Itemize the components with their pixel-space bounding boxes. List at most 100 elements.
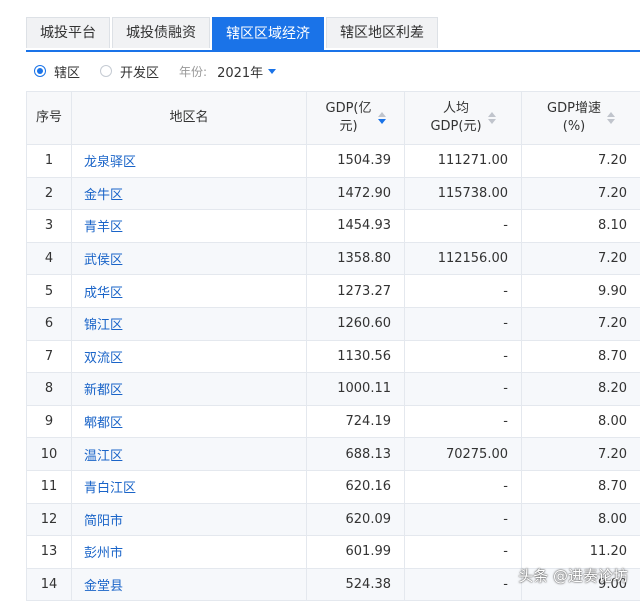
- per-capita-gdp-value: 112156.00: [405, 242, 522, 275]
- table-row: 1龙泉驿区1504.39111271.007.20: [27, 145, 640, 178]
- region-name-link[interactable]: 金堂县: [72, 568, 307, 601]
- sort-icon[interactable]: [607, 111, 615, 125]
- sort-icon[interactable]: [488, 111, 496, 125]
- table-row: 5成华区1273.27-9.90: [27, 275, 640, 308]
- region-name-link[interactable]: 金牛区: [72, 177, 307, 210]
- radio-district[interactable]: 辖区: [34, 62, 80, 81]
- radio-devzone-label: 开发区: [120, 62, 159, 81]
- filter-bar: 辖区 开发区 年份: 2021年: [34, 60, 276, 82]
- gdp-growth-value: 7.20: [522, 307, 640, 340]
- table-row: 12简阳市620.09-8.00: [27, 503, 640, 536]
- row-index: 3: [27, 210, 72, 243]
- gdp-value: 1273.27: [307, 275, 405, 308]
- gdp-value: 1504.39: [307, 145, 405, 178]
- gdp-growth-value: 7.20: [522, 177, 640, 210]
- gdp-value: 620.09: [307, 503, 405, 536]
- header-index: 序号: [27, 92, 72, 145]
- per-capita-gdp-value: 115738.00: [405, 177, 522, 210]
- per-capita-gdp-value: 111271.00: [405, 145, 522, 178]
- region-name-link[interactable]: 新都区: [72, 373, 307, 406]
- gdp-value: 1472.90: [307, 177, 405, 210]
- table-header-row: 序号 地区名 GDP(亿 元) 人均 GDP(元): [27, 92, 640, 145]
- gdp-value: 601.99: [307, 536, 405, 569]
- header-per-capita-gdp[interactable]: 人均 GDP(元): [405, 92, 522, 145]
- region-name-link[interactable]: 青羊区: [72, 210, 307, 243]
- header-growth-line2: (%): [547, 118, 601, 136]
- gdp-value: 1000.11: [307, 373, 405, 406]
- caret-down-icon: [268, 69, 276, 74]
- gdp-growth-value: 8.70: [522, 470, 640, 503]
- row-index: 14: [27, 568, 72, 601]
- gdp-growth-value: 8.10: [522, 210, 640, 243]
- year-label: 年份:: [179, 63, 207, 80]
- table-row: 2金牛区1472.90115738.007.20: [27, 177, 640, 210]
- row-index: 12: [27, 503, 72, 536]
- per-capita-gdp-value: -: [405, 536, 522, 569]
- per-capita-gdp-value: -: [405, 340, 522, 373]
- row-index: 5: [27, 275, 72, 308]
- gdp-value: 1260.60: [307, 307, 405, 340]
- per-capita-gdp-value: -: [405, 275, 522, 308]
- region-name-link[interactable]: 龙泉驿区: [72, 145, 307, 178]
- gdp-value: 1454.93: [307, 210, 405, 243]
- table-row: 6锦江区1260.60-7.20: [27, 307, 640, 340]
- row-index: 7: [27, 340, 72, 373]
- tab-bar: 城投平台 城投债融资 辖区区域经济 辖区地区利差: [26, 17, 640, 52]
- region-name-link[interactable]: 彭州市: [72, 536, 307, 569]
- table-row: 4武侯区1358.80112156.007.20: [27, 242, 640, 275]
- radio-devzone[interactable]: 开发区: [100, 62, 159, 81]
- sort-desc-icon[interactable]: [378, 111, 386, 125]
- per-capita-gdp-value: -: [405, 210, 522, 243]
- tab-district-economy[interactable]: 辖区区域经济: [212, 17, 324, 50]
- tab-chengtou-bond-financing[interactable]: 城投债融资: [112, 17, 210, 48]
- gdp-growth-value: 8.70: [522, 340, 640, 373]
- row-index: 9: [27, 405, 72, 438]
- gdp-growth-value: 11.20: [522, 536, 640, 569]
- table-row: 7双流区1130.56-8.70: [27, 340, 640, 373]
- header-gdp[interactable]: GDP(亿 元): [307, 92, 405, 145]
- region-name-link[interactable]: 郫都区: [72, 405, 307, 438]
- header-gdp-line2: 元): [326, 118, 372, 136]
- table-row: 8新都区1000.11-8.20: [27, 373, 640, 406]
- region-name-link[interactable]: 简阳市: [72, 503, 307, 536]
- radio-district-label: 辖区: [54, 62, 80, 81]
- per-capita-gdp-value: -: [405, 307, 522, 340]
- per-capita-gdp-value: -: [405, 405, 522, 438]
- gdp-growth-value: 7.20: [522, 438, 640, 471]
- year-select[interactable]: 2021年: [217, 62, 276, 81]
- row-index: 8: [27, 373, 72, 406]
- table-row: 10温江区688.1370275.007.20: [27, 438, 640, 471]
- header-pcgdp-line2: GDP(元): [430, 118, 481, 136]
- table-row: 3青羊区1454.93-8.10: [27, 210, 640, 243]
- header-gdp-line1: GDP(亿: [326, 100, 372, 118]
- row-index: 11: [27, 470, 72, 503]
- gdp-growth-value: 8.20: [522, 373, 640, 406]
- region-name-link[interactable]: 武侯区: [72, 242, 307, 275]
- row-index: 2: [27, 177, 72, 210]
- gdp-value: 688.13: [307, 438, 405, 471]
- gdp-growth-value: 7.20: [522, 242, 640, 275]
- tab-district-spread[interactable]: 辖区地区利差: [326, 17, 438, 48]
- header-pcgdp-line1: 人均: [430, 100, 481, 118]
- per-capita-gdp-value: -: [405, 373, 522, 406]
- gdp-value: 724.19: [307, 405, 405, 438]
- region-name-link[interactable]: 锦江区: [72, 307, 307, 340]
- region-name-link[interactable]: 温江区: [72, 438, 307, 471]
- per-capita-gdp-value: -: [405, 470, 522, 503]
- region-name-link[interactable]: 青白江区: [72, 470, 307, 503]
- region-name-link[interactable]: 双流区: [72, 340, 307, 373]
- row-index: 4: [27, 242, 72, 275]
- row-index: 1: [27, 145, 72, 178]
- region-name-link[interactable]: 成华区: [72, 275, 307, 308]
- header-growth-line1: GDP增速: [547, 100, 601, 118]
- district-economy-table: 序号 地区名 GDP(亿 元) 人均 GDP(元): [26, 91, 640, 601]
- table-row: 11青白江区620.16-8.70: [27, 470, 640, 503]
- tab-chengtou-platform[interactable]: 城投平台: [26, 17, 110, 48]
- radio-checked-icon: [34, 65, 46, 77]
- gdp-value: 1358.80: [307, 242, 405, 275]
- header-gdp-growth[interactable]: GDP增速 (%): [522, 92, 640, 145]
- row-index: 6: [27, 307, 72, 340]
- gdp-growth-value: 8.00: [522, 503, 640, 536]
- gdp-growth-value: 7.20: [522, 145, 640, 178]
- watermark: 头条 @进奏论坊: [518, 565, 628, 586]
